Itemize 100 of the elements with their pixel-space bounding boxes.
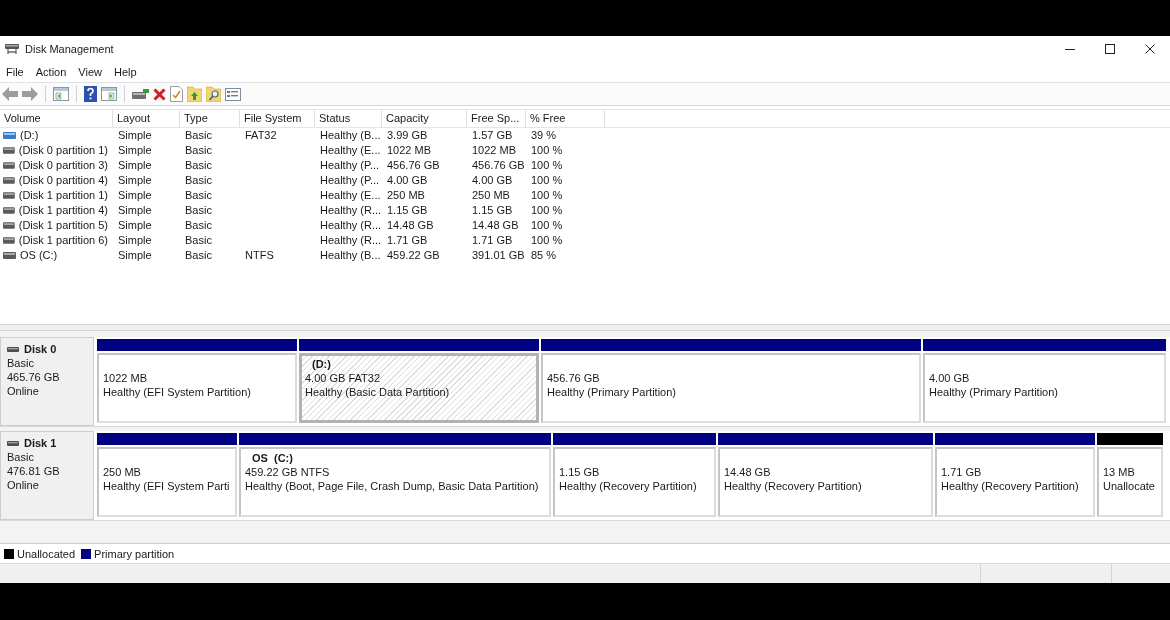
legend-label: Unallocated bbox=[17, 547, 76, 560]
partition-status: Unallocate bbox=[1103, 480, 1155, 492]
table-cell: Healthy (B... bbox=[320, 248, 381, 263]
legend-label: Primary partition bbox=[94, 547, 175, 560]
partition-size: 456.76 GB bbox=[547, 372, 600, 384]
partition-block[interactable]: 13 MB Unallocate bbox=[1097, 447, 1163, 517]
partition-status: Healthy (EFI System Parti bbox=[103, 480, 230, 492]
minimize-icon[interactable] bbox=[1065, 48, 1075, 50]
partition-status: Healthy (Primary Partition) bbox=[547, 386, 676, 398]
table-cell: Basic bbox=[185, 173, 212, 188]
disk-name: Disk 1 bbox=[24, 436, 57, 450]
partition-size: 459.22 GB NTFS bbox=[245, 466, 330, 478]
column-header[interactable]: File System bbox=[240, 110, 315, 127]
table-cell: (Disk 1 partition 6) bbox=[18, 233, 108, 248]
table-cell: Healthy (R... bbox=[320, 233, 382, 248]
table-cell: Healthy (P... bbox=[320, 158, 380, 173]
close-icon[interactable] bbox=[1145, 44, 1155, 54]
table-cell: Simple bbox=[118, 248, 152, 263]
table-cell: Healthy (P... bbox=[320, 173, 380, 188]
table-cell: 14.48 GB bbox=[387, 218, 434, 233]
table-cell: Healthy (E... bbox=[320, 188, 381, 203]
partition-block[interactable]: 1022 MB Healthy (EFI System Partition) bbox=[97, 353, 297, 423]
column-header[interactable]: Status bbox=[315, 110, 382, 127]
table-cell: NTFS bbox=[245, 248, 274, 263]
disk-status: Online bbox=[7, 385, 39, 397]
table-cell: Healthy (R... bbox=[320, 203, 382, 218]
disk-status: Online bbox=[7, 479, 39, 491]
partition-status: Healthy (Basic Data Partition) bbox=[305, 386, 450, 398]
table-cell: Basic bbox=[185, 248, 212, 263]
drive-icon[interactable] bbox=[132, 89, 149, 99]
table-cell: 4.00 GB bbox=[387, 173, 428, 188]
partition-size: 13 MB bbox=[1103, 466, 1135, 478]
table-cell: 456.76 GB bbox=[387, 158, 440, 173]
table-cell: Healthy (B... bbox=[320, 128, 381, 143]
disk-type: Basic bbox=[7, 451, 34, 463]
drive-icon bbox=[5, 43, 19, 55]
table-cell: Simple bbox=[118, 158, 152, 173]
table-cell: 1022 MB bbox=[472, 143, 517, 158]
menu-item[interactable]: File bbox=[0, 64, 30, 80]
partition-size: 4.00 GB FAT32 bbox=[305, 372, 380, 384]
folder-search-icon[interactable] bbox=[206, 86, 221, 102]
partition-block[interactable]: (D:) 4.00 GB FAT32 Healthy (Basic Data Partition) bbox=[299, 353, 539, 423]
partition-block[interactable]: 14.48 GB Healthy (Recovery Partition) bbox=[718, 447, 933, 517]
folder-arrow-icon[interactable] bbox=[187, 86, 202, 102]
partition-status: Healthy (Recovery Partition) bbox=[724, 480, 862, 492]
disk-label-panel[interactable]: Disk 0 Basic 465.76 GB Online bbox=[0, 337, 94, 426]
menu-item[interactable]: View bbox=[72, 64, 108, 80]
menu-item[interactable]: Help bbox=[107, 64, 143, 80]
column-header[interactable]: Layout bbox=[113, 110, 180, 127]
table-cell: 391.01 GB bbox=[472, 248, 525, 263]
table-cell: (Disk 0 partition 3) bbox=[18, 158, 108, 173]
partition-block[interactable]: 4.00 GB Healthy (Primary Partition) bbox=[923, 353, 1166, 423]
partition-block[interactable]: 250 MB Healthy (EFI System Parti bbox=[97, 447, 237, 517]
table-cell: (Disk 0 partition 4) bbox=[18, 173, 108, 188]
table-cell: Basic bbox=[185, 203, 212, 218]
table-cell: Healthy (R... bbox=[320, 218, 382, 233]
column-header[interactable]: Free Sp... bbox=[467, 110, 526, 127]
list-icon[interactable] bbox=[225, 87, 241, 101]
menu-item[interactable]: Action bbox=[29, 64, 73, 80]
table-cell: 456.76 GB bbox=[472, 158, 525, 173]
column-header[interactable]: Capacity bbox=[382, 110, 467, 127]
column-header[interactable]: Volume bbox=[0, 110, 113, 127]
table-cell: 1.71 GB bbox=[472, 233, 513, 248]
window-pane-icon[interactable] bbox=[53, 87, 69, 101]
partition-size: 1.71 GB bbox=[941, 466, 982, 478]
partition-status: Healthy (Recovery Partition) bbox=[941, 480, 1079, 492]
partition-status: Healthy (Primary Partition) bbox=[929, 386, 1058, 398]
table-cell: 14.48 GB bbox=[472, 218, 519, 233]
partition-size: 4.00 GB bbox=[929, 372, 970, 384]
disk-size: 476.81 GB bbox=[7, 465, 60, 477]
disk-icon bbox=[7, 440, 19, 446]
table-cell: Simple bbox=[118, 128, 152, 143]
table-cell: Basic bbox=[185, 158, 212, 173]
column-header[interactable]: % Free bbox=[526, 110, 605, 127]
table-cell: OS (C:) bbox=[20, 248, 58, 263]
partition-block[interactable]: 1.15 GB Healthy (Recovery Partition) bbox=[553, 447, 716, 517]
partition-name: (D:) bbox=[311, 358, 331, 370]
table-cell: (Disk 0 partition 1) bbox=[18, 143, 108, 158]
document-check-icon[interactable] bbox=[170, 86, 183, 102]
table-cell: 100 % bbox=[531, 188, 563, 203]
table-cell: Basic bbox=[185, 188, 212, 203]
maximize-icon[interactable] bbox=[1105, 44, 1115, 54]
table-cell: 1.71 GB bbox=[387, 233, 428, 248]
table-cell: Simple bbox=[118, 218, 152, 233]
table-cell: 100 % bbox=[531, 218, 563, 233]
forward-arrow-icon[interactable] bbox=[22, 87, 38, 101]
table-cell: Simple bbox=[118, 173, 152, 188]
table-cell: 250 MB bbox=[387, 188, 425, 203]
partition-block[interactable]: 456.76 GB Healthy (Primary Partition) bbox=[541, 353, 921, 423]
table-cell: (Disk 1 partition 4) bbox=[18, 203, 108, 218]
partition-block[interactable]: 1.71 GB Healthy (Recovery Partition) bbox=[935, 447, 1095, 517]
help-icon[interactable] bbox=[84, 86, 97, 102]
back-arrow-icon[interactable] bbox=[2, 87, 18, 101]
cross-icon[interactable] bbox=[153, 87, 166, 101]
column-header[interactable]: Type bbox=[180, 110, 240, 127]
table-cell: 100 % bbox=[531, 203, 563, 218]
disk-label-panel[interactable]: Disk 1 Basic 476.81 GB Online bbox=[0, 431, 94, 520]
partition-block[interactable]: OS (C:) 459.22 GB NTFS Healthy (Boot, Page File, Crash Dump, Basic Data Partition) bbox=[239, 447, 551, 517]
disk-name: Disk 0 bbox=[24, 342, 57, 356]
partition-status: Healthy (EFI System Partition) bbox=[103, 386, 251, 398]
